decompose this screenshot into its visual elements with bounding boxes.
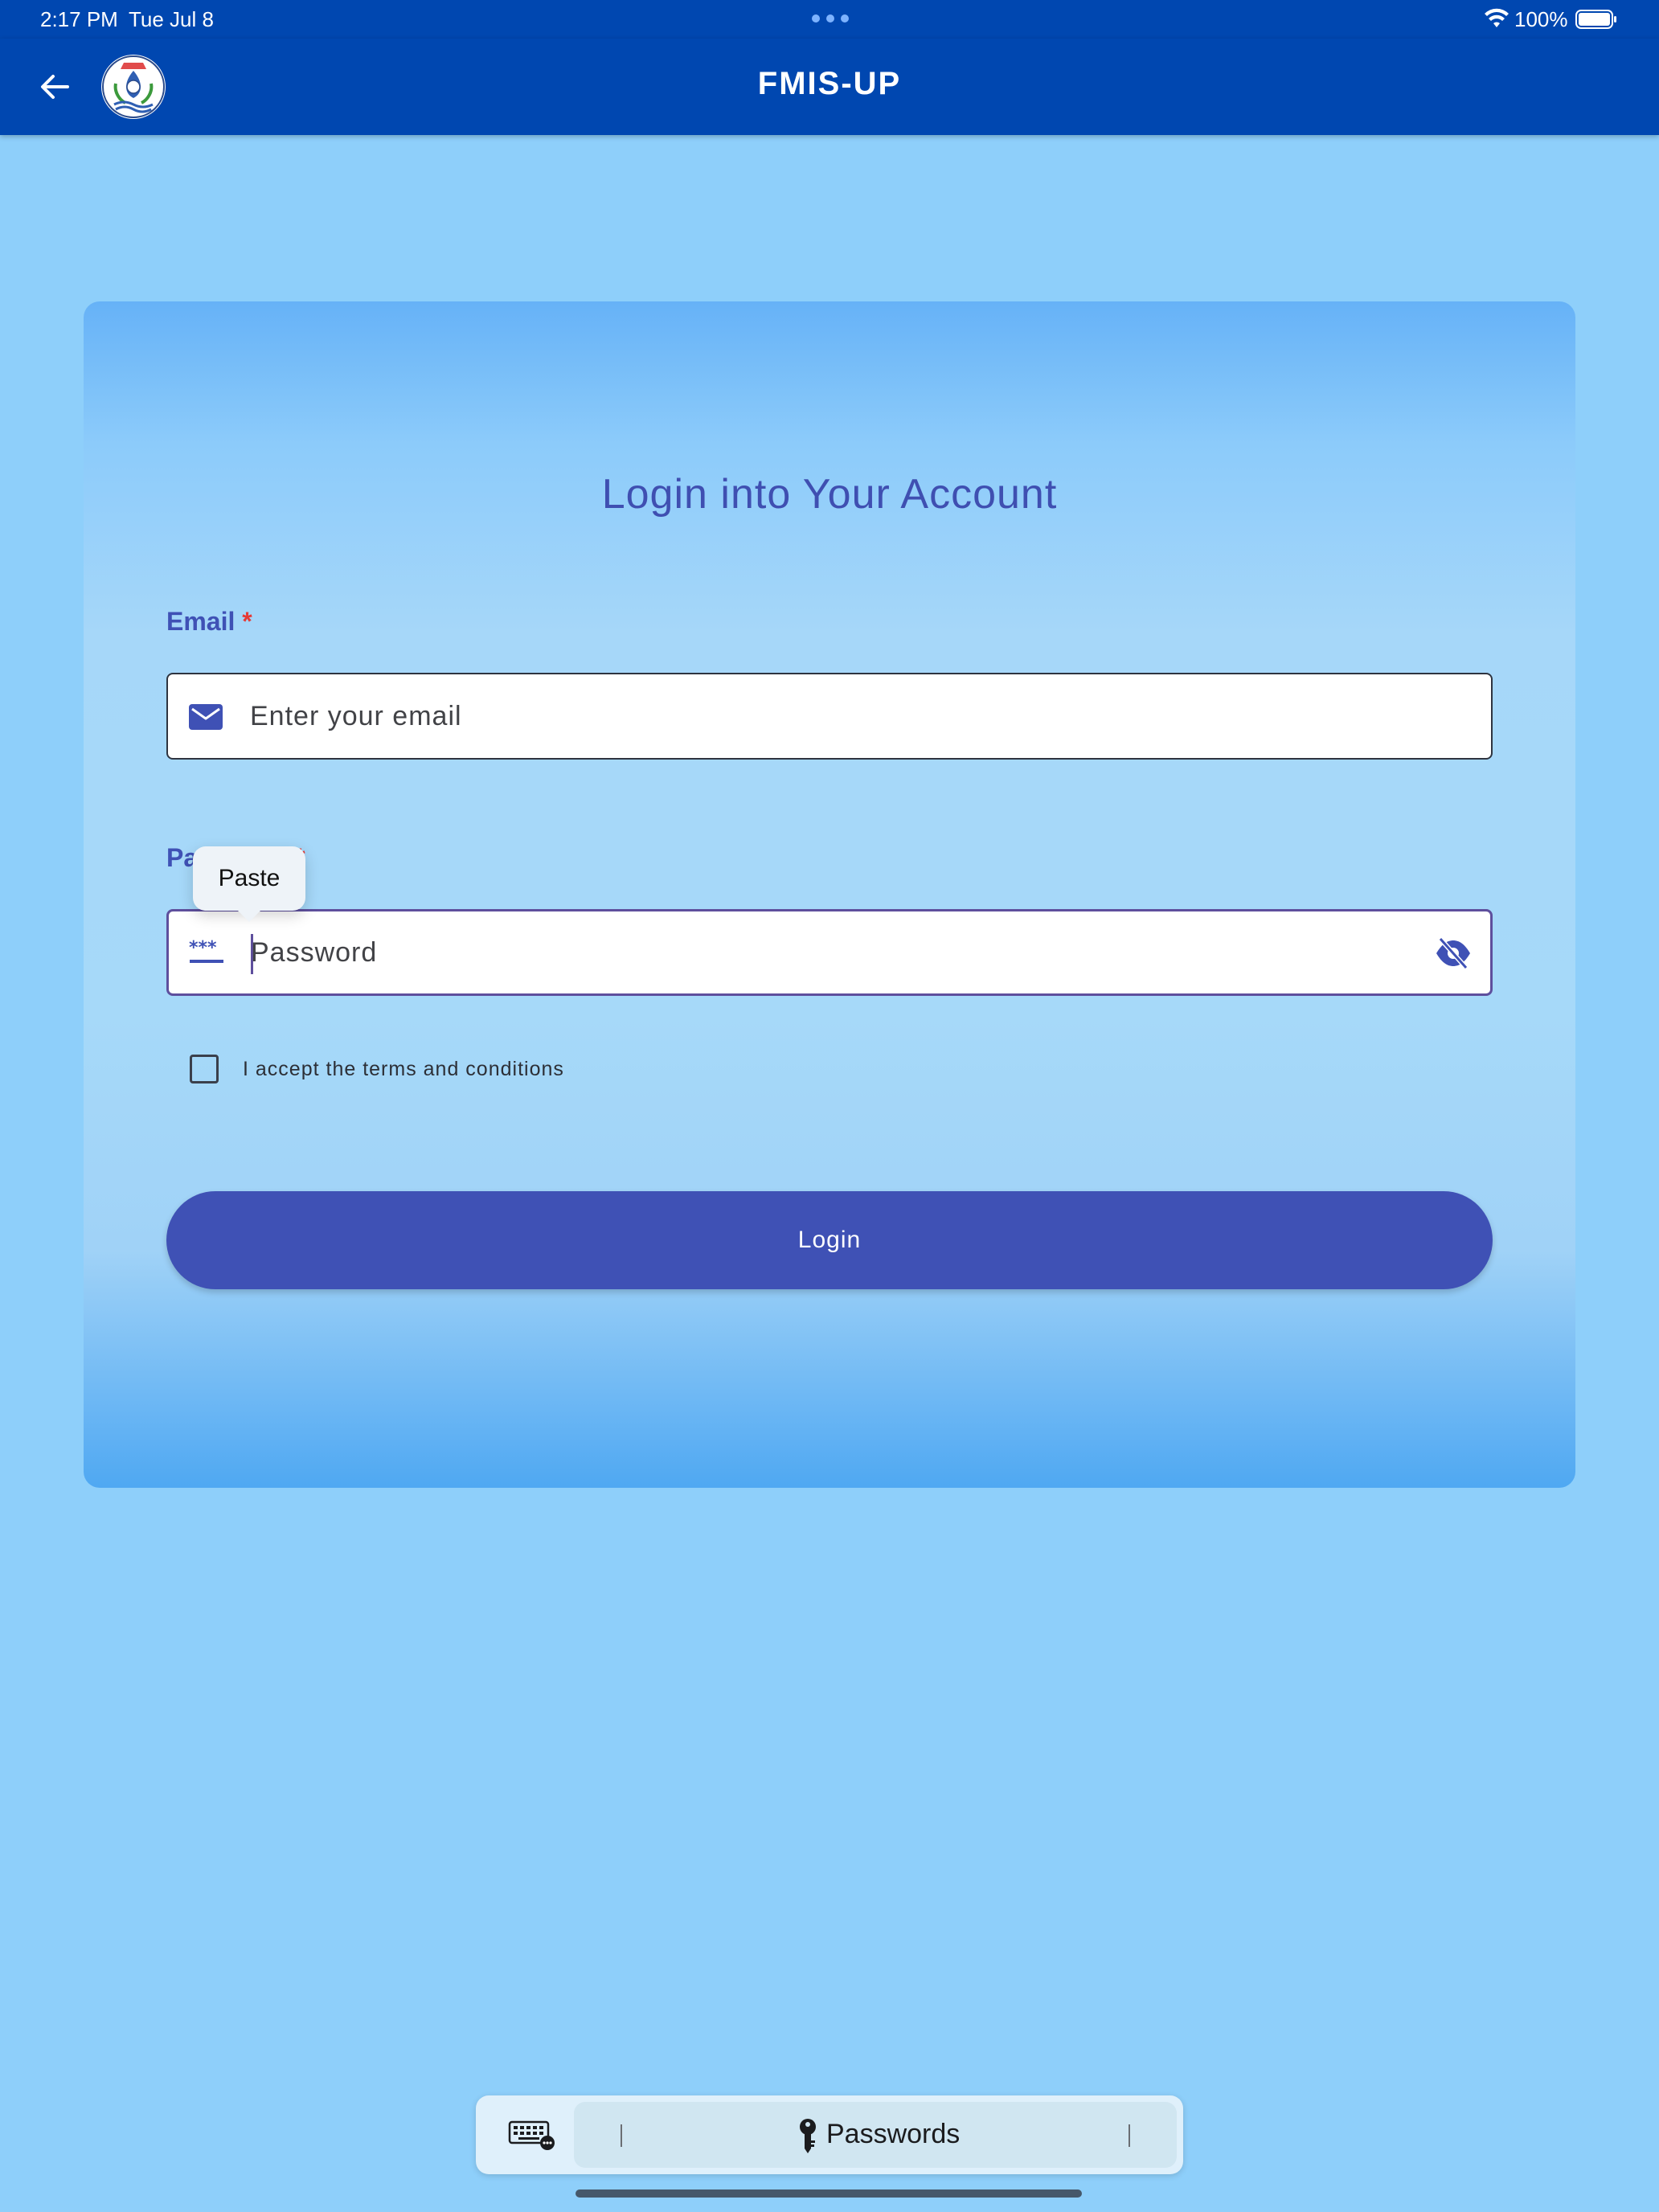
app-title: FMIS-UP bbox=[757, 66, 902, 101]
status-bar: 2:17 PM Tue Jul 8 100% bbox=[0, 0, 1659, 39]
separator bbox=[621, 2124, 622, 2147]
password-input[interactable]: Password bbox=[251, 911, 377, 993]
paste-label: Paste bbox=[218, 865, 281, 891]
popup-arrow bbox=[236, 909, 262, 922]
battery-percentage: 100% bbox=[1514, 7, 1568, 31]
password-dots-icon: *** bbox=[189, 938, 223, 963]
separator bbox=[1129, 2124, 1130, 2147]
login-button[interactable]: Login bbox=[166, 1191, 1493, 1289]
paste-menu-item[interactable]: Paste bbox=[193, 846, 305, 922]
envelope-icon bbox=[189, 704, 223, 730]
terms-checkbox[interactable] bbox=[190, 1055, 219, 1083]
email-field[interactable]: Enter your email bbox=[166, 673, 1493, 760]
email-input[interactable]: Enter your email bbox=[250, 674, 462, 758]
login-card: Login into Your Account Email * Enter yo… bbox=[84, 301, 1575, 1488]
keyboard-accessory-bar: Passwords bbox=[476, 2095, 1183, 2174]
terms-label: I accept the terms and conditions bbox=[243, 1058, 564, 1080]
email-label: Email * bbox=[166, 607, 252, 636]
status-time: 2:17 PM bbox=[40, 7, 118, 31]
home-indicator bbox=[576, 2189, 1082, 2198]
login-title: Login into Your Account bbox=[601, 471, 1058, 518]
svg-text:***: *** bbox=[189, 938, 217, 958]
wifi-icon bbox=[1485, 8, 1509, 27]
required-asterisk: * bbox=[242, 607, 252, 636]
passwords-label: Passwords bbox=[826, 2119, 961, 2149]
battery-icon bbox=[1575, 10, 1616, 29]
keyboard-icon[interactable] bbox=[508, 2119, 556, 2151]
key-icon bbox=[800, 2119, 816, 2153]
status-date: Tue Jul 8 bbox=[129, 7, 214, 31]
passwords-autofill-button[interactable]: Passwords bbox=[574, 2102, 1177, 2168]
app-bar: FMIS-UP bbox=[0, 39, 1659, 135]
multitasking-dots-icon[interactable] bbox=[812, 14, 849, 23]
password-field[interactable]: *** Password bbox=[166, 909, 1493, 996]
eye-off-icon[interactable] bbox=[1434, 936, 1473, 971]
